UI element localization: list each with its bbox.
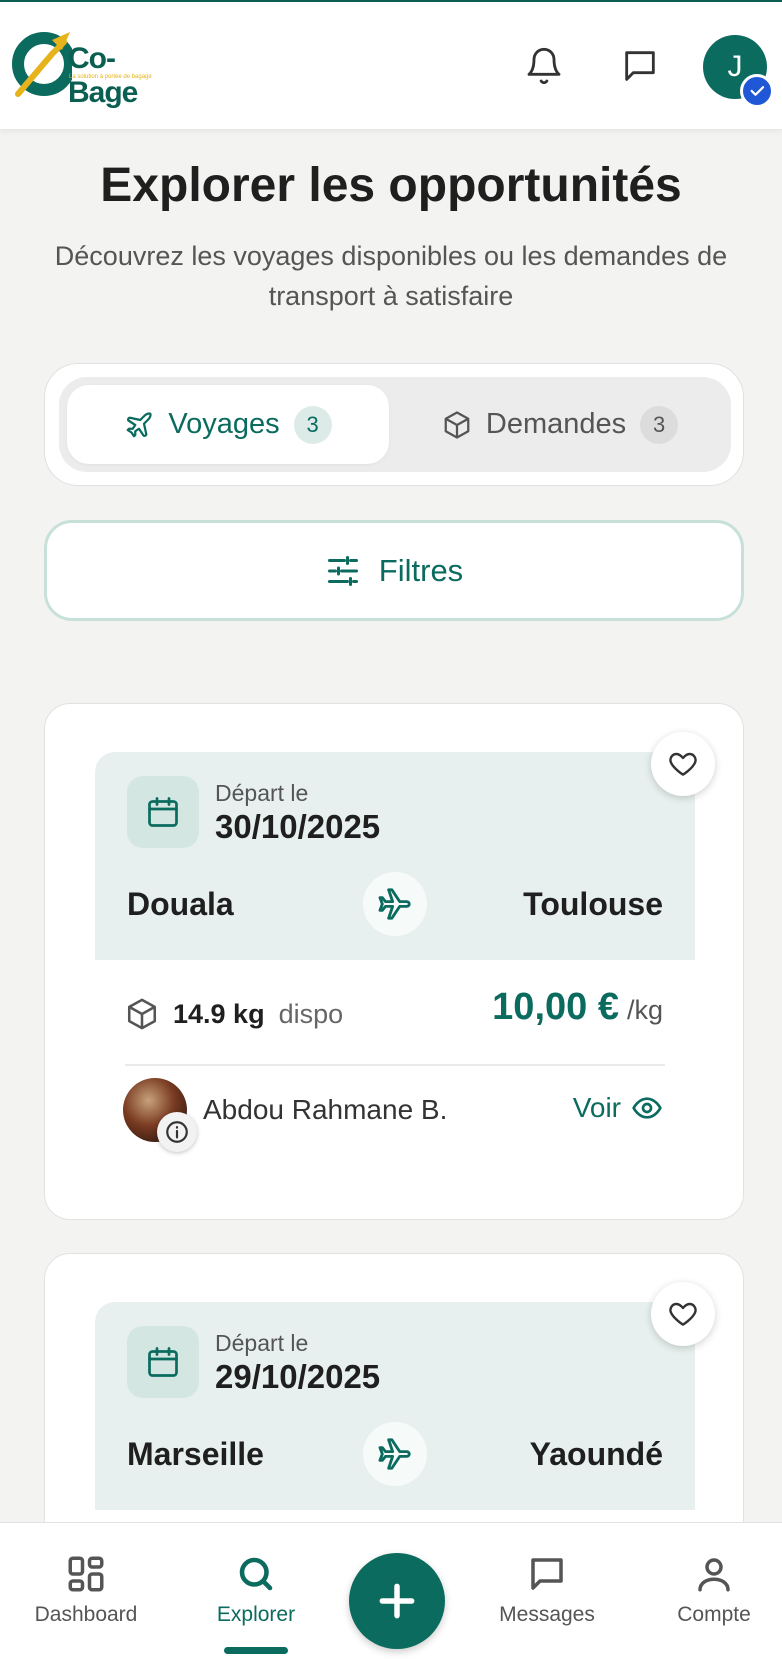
plane-icon xyxy=(378,1438,411,1470)
nav-compte-label: Compte xyxy=(677,1603,751,1626)
available-weight: 14.9 kg dispo xyxy=(125,994,343,1034)
weight-suffix: dispo xyxy=(278,998,344,1029)
price-unit: /kg xyxy=(626,995,663,1025)
traveler-info-button[interactable] xyxy=(157,1112,197,1152)
destination-city: Yaoundé xyxy=(529,1436,663,1472)
view-trip-link[interactable]: Voir xyxy=(573,1092,663,1124)
bell-icon xyxy=(527,47,561,85)
price-value: 10,00 € xyxy=(492,986,619,1028)
tabs-track: Voyages 3 Demandes 3 xyxy=(59,377,731,472)
nav-dashboard[interactable]: Dashboard xyxy=(11,1553,161,1627)
departure-label: Départ le xyxy=(215,780,309,806)
page-subtitle: Découvrez les voyages disponibles ou les… xyxy=(54,241,728,311)
departure-date: 29/10/2025 xyxy=(215,1358,381,1395)
favorite-button[interactable] xyxy=(651,732,715,796)
trip-route-panel: Départ le 29/10/2025 Marseille Yaoundé xyxy=(95,1302,695,1510)
tab-voyages[interactable]: Voyages 3 xyxy=(67,385,389,464)
departure-date: 30/10/2025 xyxy=(215,808,381,845)
segmented-tabs: Voyages 3 Demandes 3 xyxy=(44,363,744,486)
destination-city: Toulouse xyxy=(523,886,663,922)
create-button[interactable] xyxy=(349,1553,445,1649)
sliders-icon xyxy=(327,555,358,586)
search-icon xyxy=(239,1557,273,1591)
check-icon xyxy=(750,86,765,96)
active-tab-indicator xyxy=(224,1647,288,1654)
calendar-icon xyxy=(148,797,178,827)
heart-icon xyxy=(669,1302,697,1326)
divider xyxy=(125,1064,665,1066)
route-plane-badge xyxy=(363,872,427,936)
tab-demandes-label: Demandes xyxy=(485,408,627,440)
message-icon xyxy=(531,1558,563,1590)
view-label: Voir xyxy=(572,1092,621,1123)
price-per-kg: 10,00 € /kg xyxy=(492,986,663,1029)
nav-explorer[interactable]: Explorer xyxy=(181,1553,331,1627)
eye-icon xyxy=(632,1097,662,1119)
trip-route-panel: Départ le 30/10/2025 Douala Toulouse xyxy=(95,752,695,960)
nav-messages-label: Messages xyxy=(499,1603,595,1626)
trip-card[interactable]: Départ le 30/10/2025 Douala Toulouse 14.… xyxy=(44,703,744,1220)
plane-icon xyxy=(126,411,152,437)
favorite-button[interactable] xyxy=(651,1282,715,1346)
user-icon xyxy=(698,1558,730,1592)
origin-city: Marseille xyxy=(127,1436,264,1472)
bottom-navigation: Dashboard Explorer Messages Compte xyxy=(0,1522,782,1662)
nav-dashboard-label: Dashboard xyxy=(34,1603,138,1626)
notifications-button[interactable] xyxy=(520,42,568,90)
chat-icon xyxy=(625,51,655,81)
nav-messages[interactable]: Messages xyxy=(472,1553,622,1627)
heart-icon xyxy=(669,752,697,776)
origin-city: Douala xyxy=(127,886,234,922)
dashboard-icon xyxy=(68,1556,104,1592)
calendar-icon-box xyxy=(127,776,199,848)
nav-compte[interactable]: Compte xyxy=(639,1553,782,1627)
filters-button[interactable]: Filtres xyxy=(44,520,744,621)
nav-explorer-label: Explorer xyxy=(216,1603,296,1626)
messages-button[interactable] xyxy=(616,42,664,90)
tab-voyages-label: Voyages xyxy=(168,408,280,440)
filters-label: Filtres xyxy=(378,552,464,588)
tab-voyages-count: 3 xyxy=(293,405,332,444)
top-app-bar: Co-Bage La solution à portée de bagage J xyxy=(0,0,782,129)
calendar-icon-box xyxy=(127,1326,199,1398)
route-plane-badge xyxy=(363,1422,427,1486)
page-title: Explorer les opportunités xyxy=(100,159,682,212)
avatar-initial: J xyxy=(727,50,743,83)
package-icon xyxy=(127,998,157,1030)
info-icon xyxy=(166,1121,188,1143)
departure-label: Départ le xyxy=(215,1330,309,1356)
co-bage-logo[interactable]: Co-Bage La solution à portée de bagage xyxy=(12,24,182,109)
weight-value: 14.9 kg xyxy=(173,998,265,1029)
calendar-icon xyxy=(148,1347,178,1377)
tab-demandes-count: 3 xyxy=(640,405,679,444)
plus-icon xyxy=(379,1583,415,1619)
tab-demandes[interactable]: Demandes 3 xyxy=(399,385,721,464)
plane-icon xyxy=(378,888,411,920)
package-icon xyxy=(444,410,470,439)
verified-badge xyxy=(740,74,774,108)
brand-tagline: La solution à portée de bagage xyxy=(69,74,152,80)
logo-mark-icon xyxy=(12,32,76,97)
traveler-name: Abdou Rahmane B. xyxy=(203,1094,448,1125)
